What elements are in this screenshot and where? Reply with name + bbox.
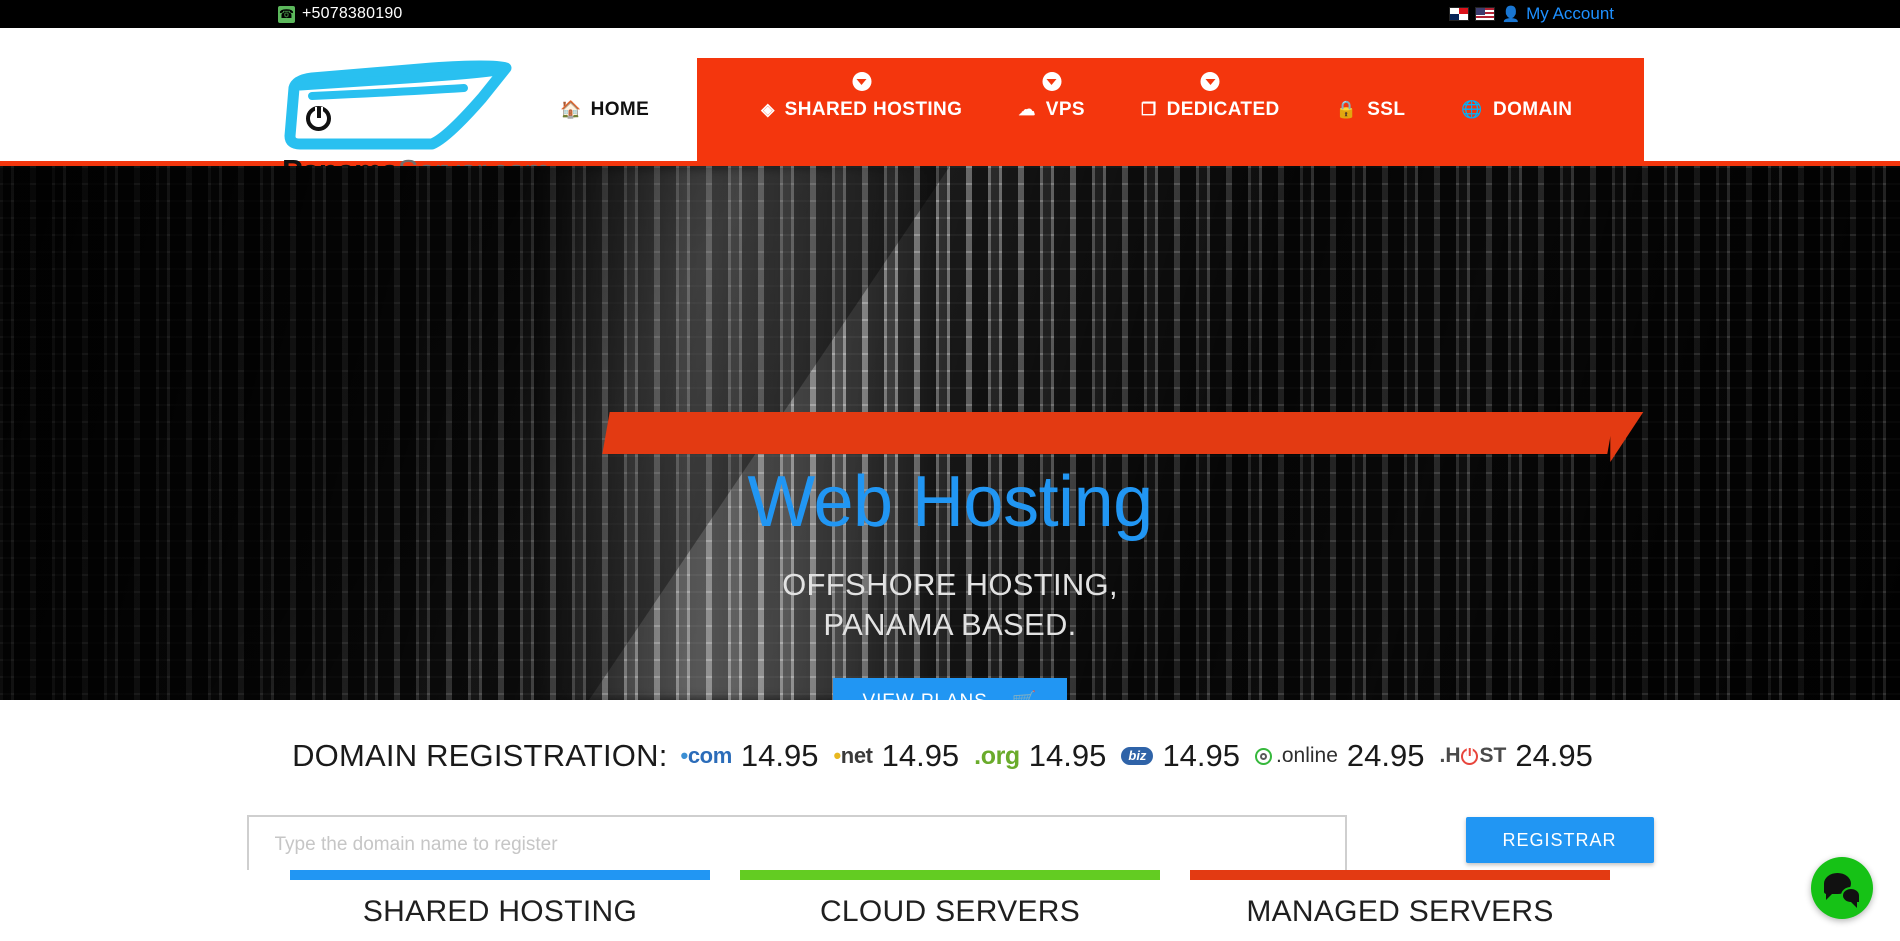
nav-item-vps[interactable]: ☁ VPS bbox=[990, 58, 1113, 161]
tld-price-host: .H ST 24.95 bbox=[1439, 738, 1592, 774]
shopping-cart-icon: 🛒 bbox=[1012, 692, 1038, 700]
online-logo-icon: .online bbox=[1255, 744, 1338, 768]
hero-subtitle-line-1: OFFSHORE HOSTING, bbox=[782, 567, 1118, 602]
nav-item-domain[interactable]: 🌐 DOMAIN bbox=[1433, 58, 1600, 161]
service-card-title: MANAGED SERVERS bbox=[1246, 895, 1554, 928]
tld-price-online: .online 24.95 bbox=[1255, 738, 1424, 774]
tld-price-org-value: 14.95 bbox=[1028, 738, 1107, 773]
hero-subtitle: OFFSHORE HOSTING, PANAMA BASED. bbox=[0, 565, 1900, 644]
globe-icon: 🌐 bbox=[1461, 100, 1483, 119]
phone-icon: ☎ bbox=[278, 5, 295, 23]
nav-item-home[interactable]: 🏠 HOME bbox=[520, 58, 698, 161]
flag-usa-icon[interactable] bbox=[1475, 7, 1496, 21]
service-cards-row: SHARED HOSTING CLOUD SERVERS MANAGED SER… bbox=[0, 870, 1900, 930]
hero-content: Web Hosting OFFSHORE HOSTING, PANAMA BAS… bbox=[0, 466, 1900, 700]
card-accent-bar bbox=[1190, 870, 1610, 880]
service-card-managed-servers[interactable]: MANAGED SERVERS bbox=[1190, 870, 1610, 930]
hero-title: Web Hosting bbox=[747, 462, 1153, 542]
domain-search-form: REGISTRAR bbox=[0, 815, 1900, 874]
tld-price-online-value: 24.95 bbox=[1346, 738, 1425, 773]
service-card-shared-hosting[interactable]: SHARED HOSTING bbox=[290, 870, 710, 930]
cloud-icon: ☁ bbox=[1018, 100, 1036, 119]
tld-price-host-value: 24.95 bbox=[1515, 738, 1593, 773]
chevron-down-icon[interactable] bbox=[1200, 72, 1220, 91]
top-bar: ☎ +5078380190 👤 My Account bbox=[0, 0, 1900, 28]
user-icon: 👤 bbox=[1501, 5, 1521, 23]
nav-item-ssl[interactable]: 🔒 SSL bbox=[1308, 58, 1434, 161]
hero-banner-ribbon bbox=[602, 412, 1615, 454]
biz-logo-icon: biz bbox=[1121, 747, 1154, 765]
tld-price-biz-value: 14.95 bbox=[1162, 738, 1241, 773]
phone-number: +5078380190 bbox=[302, 5, 403, 22]
lock-icon: 🔒 bbox=[1335, 100, 1358, 119]
power-icon bbox=[306, 106, 331, 131]
com-logo-icon: •com bbox=[680, 743, 733, 768]
nav-item-domain-label: DOMAIN bbox=[1492, 98, 1573, 120]
site-header: PanamaServer.com 🏠 HOME ◈ SHARED HOSTING… bbox=[0, 28, 1900, 188]
hero-section: Web Hosting OFFSHORE HOSTING, PANAMA BAS… bbox=[0, 166, 1900, 700]
nav-item-shared-hosting-label: SHARED HOSTING bbox=[784, 98, 963, 120]
view-plans-label: VIEW PLANS bbox=[863, 691, 988, 700]
tld-price-com-value: 14.95 bbox=[740, 738, 819, 773]
home-icon: 🏠 bbox=[560, 100, 582, 119]
card-accent-bar bbox=[290, 870, 710, 880]
nav-item-vps-label: VPS bbox=[1045, 98, 1085, 120]
cubes-icon: ◈ bbox=[761, 100, 775, 119]
my-account-link[interactable]: My Account bbox=[1526, 4, 1614, 24]
org-logo-icon: .org bbox=[974, 741, 1020, 770]
view-plans-button[interactable]: VIEW PLANS 🛒 bbox=[833, 678, 1067, 700]
service-card-title: SHARED HOSTING bbox=[362, 895, 638, 928]
register-domain-button[interactable]: REGISTRAR bbox=[1465, 817, 1654, 863]
nav-item-shared-hosting[interactable]: ◈ SHARED HOSTING bbox=[733, 58, 990, 161]
domain-registration-label: DOMAIN REGISTRATION: bbox=[292, 738, 668, 773]
tld-price-net-value: 14.95 bbox=[881, 738, 960, 773]
chat-bubble-small-icon bbox=[1841, 887, 1861, 908]
site-logo[interactable]: PanamaServer.com bbox=[282, 58, 550, 188]
tld-price-net: •net 14.95 bbox=[833, 738, 959, 774]
chevron-down-icon[interactable] bbox=[852, 72, 872, 91]
net-logo-icon: •net bbox=[833, 743, 873, 768]
nav-item-ssl-label: SSL bbox=[1367, 98, 1406, 120]
tld-price-org: .org 14.95 bbox=[974, 738, 1106, 774]
service-card-title: CLOUD SERVERS bbox=[819, 895, 1081, 928]
phone-link[interactable]: ☎ +5078380190 bbox=[278, 5, 403, 23]
nav-items-group: ◈ SHARED HOSTING ☁ VPS ❐ DEDICATED 🔒 SSL… bbox=[697, 58, 1645, 161]
card-accent-bar bbox=[740, 870, 1160, 880]
top-bar-right: 👤 My Account bbox=[1449, 4, 1614, 24]
chevron-down-icon[interactable] bbox=[1042, 72, 1062, 91]
host-logo-icon: .H ST bbox=[1439, 744, 1507, 767]
nav-item-home-label: HOME bbox=[590, 98, 650, 120]
main-navigation: 🏠 HOME ◈ SHARED HOSTING ☁ VPS ❐ DEDICATE… bbox=[520, 58, 1645, 161]
nav-item-dedicated[interactable]: ❐ DEDICATED bbox=[1113, 58, 1308, 161]
live-chat-button[interactable] bbox=[1811, 857, 1873, 919]
domain-registration-section: DOMAIN REGISTRATION: •com 14.95 •net 14.… bbox=[0, 700, 1900, 930]
service-card-cloud-servers[interactable]: CLOUD SERVERS bbox=[740, 870, 1160, 930]
tld-price-biz: biz 14.95 bbox=[1121, 738, 1240, 774]
domain-search-input[interactable] bbox=[246, 815, 1347, 874]
hero-subtitle-line-2: PANAMA BASED. bbox=[823, 606, 1077, 642]
flag-panama-icon[interactable] bbox=[1449, 7, 1470, 21]
domain-price-list: DOMAIN REGISTRATION: •com 14.95 •net 14.… bbox=[0, 700, 1900, 774]
box-icon: ❐ bbox=[1140, 100, 1157, 119]
nav-item-dedicated-label: DEDICATED bbox=[1166, 98, 1280, 120]
tld-price-com: •com 14.95 bbox=[681, 738, 819, 774]
